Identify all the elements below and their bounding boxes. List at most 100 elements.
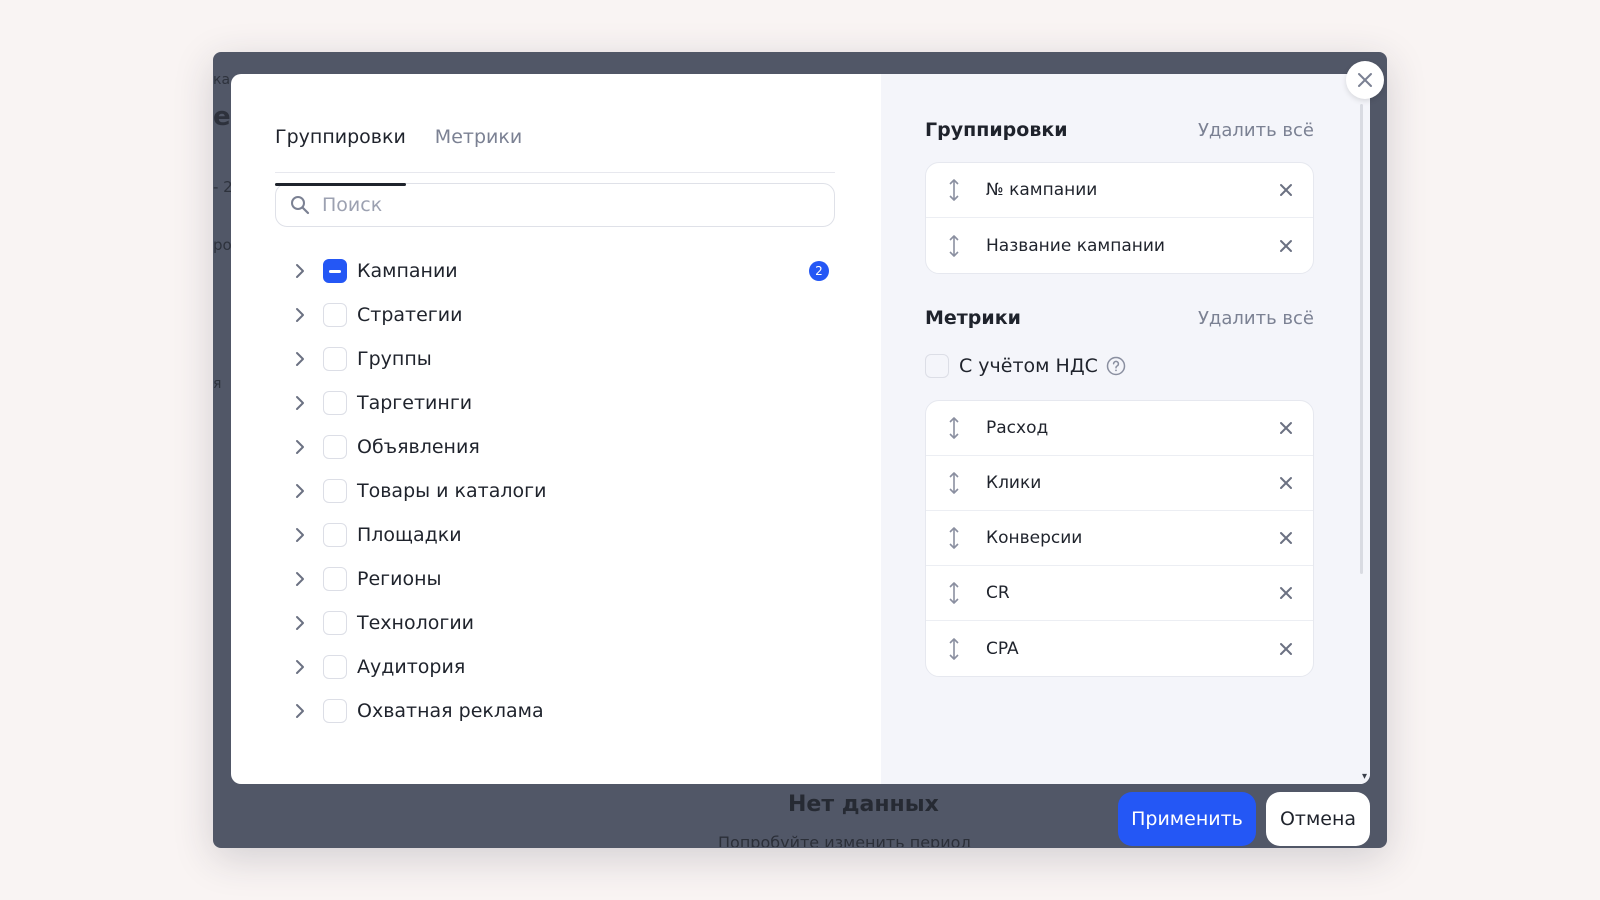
tree-item[interactable]: Стратегии <box>289 293 837 337</box>
selected-metrics-list: Расход Клики Конверсии CR CPA <box>925 400 1314 677</box>
tree-item-checkbox[interactable] <box>323 347 347 371</box>
tree-item[interactable]: Товары и каталоги <box>289 469 837 513</box>
tree-item-checkbox[interactable] <box>323 523 347 547</box>
tree-item-checkbox[interactable] <box>323 435 347 459</box>
empty-state-title: Нет данных <box>788 792 939 817</box>
tree-item-label: Охватная реклама <box>357 700 544 722</box>
cancel-button[interactable]: Отмена <box>1266 792 1370 846</box>
tree-item-checkbox[interactable] <box>323 567 347 591</box>
tree-item[interactable]: Таргетинги <box>289 381 837 425</box>
tree-item-checkbox[interactable] <box>323 259 347 283</box>
selected-field-label: Название кампании <box>986 235 1165 256</box>
background-text-fragment: - 2 <box>213 178 233 196</box>
selected-field-label: CPA <box>986 638 1019 659</box>
selected-field-row[interactable]: Клики <box>926 456 1313 511</box>
close-modal-button[interactable] <box>1346 61 1384 99</box>
tree-item[interactable]: Аудитория <box>289 645 837 689</box>
tree-item[interactable]: Регионы <box>289 557 837 601</box>
remove-field-icon[interactable] <box>1275 472 1297 494</box>
tree-item[interactable]: Кампании 2 <box>289 249 837 293</box>
scroll-down-arrow-icon[interactable]: ▾ <box>1362 771 1367 782</box>
remove-field-icon[interactable] <box>1275 179 1297 201</box>
search-box <box>275 183 835 227</box>
selected-field-row[interactable]: Название кампании <box>926 218 1313 273</box>
chevron-right-icon[interactable] <box>289 480 311 502</box>
selected-field-row[interactable]: Конверсии <box>926 511 1313 566</box>
remove-field-icon[interactable] <box>1275 235 1297 257</box>
scrollbar-thumb[interactable] <box>1360 104 1363 574</box>
selected-field-row[interactable]: CR <box>926 566 1313 621</box>
grouping-tree: Кампании 2 Стратегии Группы Таргетинги Объявл… <box>275 249 837 733</box>
selected-count-badge: 2 <box>809 261 829 281</box>
chevron-right-icon[interactable] <box>289 568 311 590</box>
chevron-right-icon[interactable] <box>289 700 311 722</box>
remove-field-icon[interactable] <box>1275 417 1297 439</box>
selected-field-label: № кампании <box>986 180 1098 200</box>
chevron-right-icon[interactable] <box>289 392 311 414</box>
vat-checkbox[interactable] <box>925 354 949 378</box>
tree-item-checkbox[interactable] <box>323 611 347 635</box>
tree-item[interactable]: Объявления <box>289 425 837 469</box>
tree-item-label: Стратегии <box>357 304 463 326</box>
selected-field-label: Клики <box>986 473 1042 493</box>
tree-item-label: Регионы <box>357 568 442 590</box>
available-fields-pane: Группировки Метрики Кампании 2 Стратегии Гр… <box>231 74 881 784</box>
selected-field-row[interactable]: Расход <box>926 401 1313 456</box>
tab-groupings[interactable]: Группировки <box>275 124 406 186</box>
drag-handle-icon[interactable] <box>942 471 966 495</box>
background-text-fragment: ро <box>213 236 232 254</box>
close-icon <box>1358 73 1372 87</box>
remove-field-icon[interactable] <box>1275 638 1297 660</box>
remove-field-icon[interactable] <box>1275 582 1297 604</box>
chevron-right-icon[interactable] <box>289 260 311 282</box>
help-icon[interactable] <box>1106 356 1126 376</box>
tree-item-checkbox[interactable] <box>323 303 347 327</box>
tab-bar: Группировки Метрики <box>275 124 835 186</box>
tree-item[interactable]: Технологии <box>289 601 837 645</box>
remove-all-metrics-button[interactable]: Удалить всё <box>1198 308 1314 329</box>
report-settings-modal: Группировки Метрики Кампании 2 Стратегии Гр… <box>231 74 1370 784</box>
chevron-right-icon[interactable] <box>289 656 311 678</box>
tree-item-label: Объявления <box>357 436 480 458</box>
tree-item-label: Кампании <box>357 260 458 282</box>
selected-field-row[interactable]: № кампании <box>926 163 1313 218</box>
chevron-right-icon[interactable] <box>289 304 311 326</box>
tree-item-label: Технологии <box>357 612 475 634</box>
drag-handle-icon[interactable] <box>942 234 966 258</box>
tree-item-label: Таргетинги <box>357 392 473 414</box>
tree-item-label: Аудитория <box>357 656 466 678</box>
metrics-section-title: Метрики <box>925 307 1021 329</box>
drag-handle-icon[interactable] <box>942 581 966 605</box>
chevron-right-icon[interactable] <box>289 524 311 546</box>
tree-item[interactable]: Охватная реклама <box>289 689 837 733</box>
selected-field-label: CR <box>986 583 1010 603</box>
tab-metrics[interactable]: Метрики <box>435 124 522 172</box>
tree-item-label: Товары и каталоги <box>357 480 547 502</box>
drag-handle-icon[interactable] <box>942 178 966 202</box>
search-input[interactable] <box>320 193 800 217</box>
drag-handle-icon[interactable] <box>942 526 966 550</box>
selected-fields-pane: Группировки Удалить всё № кампании Назван… <box>881 74 1370 784</box>
tree-item-checkbox[interactable] <box>323 391 347 415</box>
remove-all-groupings-button[interactable]: Удалить всё <box>1198 120 1314 141</box>
chevron-right-icon[interactable] <box>289 348 311 370</box>
background-text-fragment: я <box>213 376 222 392</box>
background-text-fragment: ка <box>213 72 231 88</box>
apply-button[interactable]: Применить <box>1118 792 1256 846</box>
tree-item-checkbox[interactable] <box>323 699 347 723</box>
tree-item-checkbox[interactable] <box>323 655 347 679</box>
groupings-section-header: Группировки Удалить всё <box>925 118 1314 142</box>
remove-field-icon[interactable] <box>1275 527 1297 549</box>
tree-item-label: Группы <box>357 348 432 370</box>
drag-handle-icon[interactable] <box>942 416 966 440</box>
selected-field-row[interactable]: CPA <box>926 621 1313 676</box>
chevron-right-icon[interactable] <box>289 612 311 634</box>
metrics-section-header: Метрики Удалить всё <box>925 306 1314 330</box>
tree-item[interactable]: Площадки <box>289 513 837 557</box>
chevron-right-icon[interactable] <box>289 436 311 458</box>
tree-item[interactable]: Группы <box>289 337 837 381</box>
vat-label: С учётом НДС <box>959 355 1098 377</box>
drag-handle-icon[interactable] <box>942 637 966 661</box>
tree-item-checkbox[interactable] <box>323 479 347 503</box>
background-text-fragment: е <box>213 102 231 132</box>
